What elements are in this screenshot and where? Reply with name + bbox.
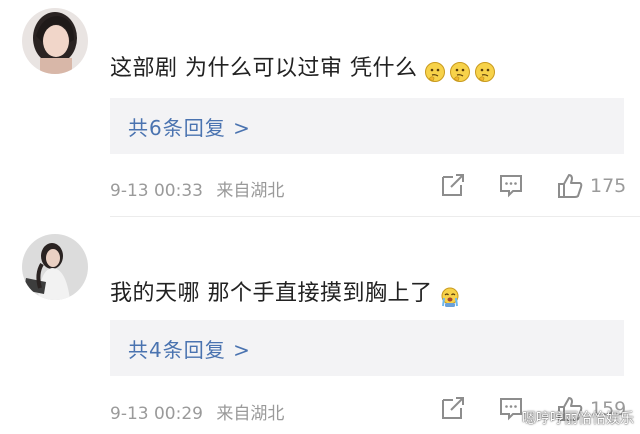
thinking-face-icon (449, 62, 470, 82)
timestamp: 9-13 00:29 (110, 404, 203, 424)
avatar[interactable] (22, 8, 88, 74)
comment-text: 我的天哪 那个手直接摸到胸上了 (110, 275, 464, 309)
view-replies-link[interactable]: 共4条回复 > (128, 334, 251, 363)
watermark: 嗯哼哼丽怡怡娱乐 (522, 411, 634, 427)
comment-icon (500, 175, 522, 198)
comment-item: 这部剧 为什么可以过审 凭什么 共6条回复 > 9-13 00:33 来自湖北 … (0, 0, 640, 216)
like-count: 175 (590, 175, 627, 197)
reply-box: 共6条回复 > (110, 98, 624, 154)
like-icon (558, 174, 583, 198)
share-icon (442, 397, 464, 419)
comment-icon (500, 398, 522, 421)
share-button[interactable] (440, 395, 466, 425)
reply-box: 共4条回复 > (110, 320, 624, 376)
emoji-group (424, 59, 499, 84)
comment-meta: 9-13 00:33 来自湖北 (110, 176, 284, 201)
view-replies-link[interactable]: 共6条回复 > (128, 112, 251, 141)
timestamp: 9-13 00:33 (110, 181, 203, 201)
share-button[interactable] (440, 172, 466, 202)
crying-face-icon (441, 287, 458, 307)
emoji-group (439, 284, 464, 309)
divider (110, 216, 640, 217)
location: 来自湖北 (216, 404, 285, 424)
comment-actions: 175 (440, 172, 640, 200)
comment-text: 这部剧 为什么可以过审 凭什么 (110, 50, 499, 84)
comment-item: 我的天哪 那个手直接摸到胸上了 共4条回复 > 9-13 00:29 来自湖北 (0, 222, 640, 434)
comment-button[interactable] (498, 395, 524, 425)
location: 来自湖北 (216, 181, 285, 201)
comment-meta: 9-13 00:29 来自湖北 (110, 399, 284, 424)
thinking-face-icon (424, 62, 445, 82)
avatar[interactable] (22, 234, 88, 300)
thinking-face-icon (474, 62, 495, 82)
share-icon (442, 174, 464, 196)
like-button[interactable]: 175 (556, 172, 626, 200)
comment-button[interactable] (498, 172, 524, 202)
